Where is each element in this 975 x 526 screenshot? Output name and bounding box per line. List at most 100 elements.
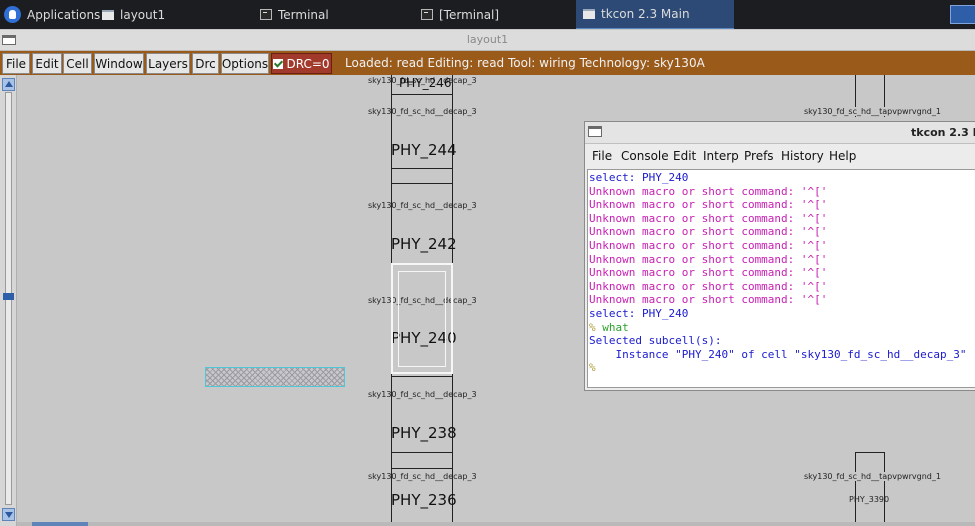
hatched-layer-region <box>205 367 345 387</box>
cell-instance-label: PHY_238 <box>391 424 457 442</box>
cell-boundary <box>391 94 453 95</box>
console-text: Unknown macro or short command: '^[' <box>589 252 828 266</box>
tap-cell-bottom <box>855 452 885 522</box>
console-text: Unknown macro or short command: '^[' <box>589 279 828 293</box>
cell-boundary <box>391 376 453 377</box>
console-text: Unknown macro or short command: '^[' <box>589 238 828 252</box>
vertical-scrollbar[interactable] <box>0 75 17 526</box>
magic-window-titlebar: layout1 <box>0 30 975 51</box>
console-line: Unknown macro or short command: '^[' <box>589 239 975 253</box>
console-line: Selected subcell(s): <box>589 334 975 348</box>
console-text: what <box>602 320 629 334</box>
cell-type-label: sky130_fd_sc_hd__decap_3 <box>368 107 477 116</box>
window-menu-icon[interactable] <box>588 126 602 137</box>
cell-instance-label: PHY_246 <box>399 76 452 90</box>
console-line: Unknown macro or short command: '^[' <box>589 266 975 280</box>
tkcon-menu-help[interactable]: Help <box>829 149 856 163</box>
menu-window[interactable]: Window <box>94 53 144 74</box>
console-text: Unknown macro or short command: '^[' <box>589 293 828 307</box>
cell-type-label: sky130_fd_sc_hd__decap_3 <box>368 390 477 399</box>
console-text: Selected subcell(s): <box>589 334 722 348</box>
desktop: Applications layout1 Terminal [Terminal]… <box>0 0 975 526</box>
tkcon-window: tkcon 2.3 Main File Console Edit Interp … <box>584 121 975 391</box>
console-line: Unknown macro or short command: '^[' <box>589 280 975 294</box>
console-text: Unknown macro or short command: '^[' <box>589 225 828 239</box>
applications-logo-icon <box>4 6 21 23</box>
tkcon-menu-prefs[interactable]: Prefs <box>744 149 774 163</box>
menu-drc[interactable]: Drc <box>192 53 219 74</box>
status-text: Loaded: read Editing: read Tool: wiring … <box>345 56 705 70</box>
task-label: [Terminal] <box>439 7 500 22</box>
console-line: % what <box>589 321 975 335</box>
selection-inner-box <box>398 271 446 367</box>
horizontal-scrollbar[interactable] <box>17 522 975 526</box>
cell-boundary <box>391 468 453 469</box>
console-line: Unknown macro or short command: '^[' <box>589 185 975 199</box>
drc-toggle[interactable]: DRC=0 <box>271 53 332 74</box>
scroll-thumb[interactable] <box>3 293 14 300</box>
cell-type-label: sky130_fd_sc_hd__tapvpwrvgnd_1 <box>804 107 941 116</box>
workspace-switcher[interactable] <box>950 5 975 24</box>
console-line: Unknown macro or short command: '^[' <box>589 253 975 267</box>
tkcon-titlebar: tkcon 2.3 Main <box>585 122 975 144</box>
tkcon-menu-file[interactable]: File <box>592 149 612 163</box>
cell-type-label: sky130_fd_sc_hd__decap_3 <box>368 472 477 481</box>
tkcon-menu-console[interactable]: Console <box>621 149 669 163</box>
cell-boundary <box>391 452 453 453</box>
checkbox-icon <box>273 58 284 69</box>
tkcon-menubar: File Console Edit Interp Prefs History H… <box>585 145 975 167</box>
console-prompt: % <box>589 361 603 375</box>
console-line: select: PHY_240 <box>589 307 975 321</box>
menu-layers[interactable]: Layers <box>146 53 190 74</box>
tkcon-title: tkcon 2.3 Main <box>911 126 975 139</box>
cell-type-label: sky130_fd_sc_hd__decap_3 <box>368 201 477 210</box>
console-text: Unknown macro or short command: '^[' <box>589 266 828 280</box>
cell-type-label: sky130_fd_sc_hd__tapvpwrvgnd_1 <box>804 472 941 481</box>
task-terminal[interactable]: Terminal <box>260 0 329 29</box>
task-label: Terminal <box>278 7 329 22</box>
scroll-up-arrow-icon[interactable] <box>2 78 15 91</box>
cell-boundary <box>391 168 453 169</box>
console-line: % <box>589 361 975 375</box>
cell-instance-label: PHY_244 <box>391 141 457 159</box>
console-text: Unknown macro or short command: '^[' <box>589 184 828 198</box>
console-text: select: PHY_240 <box>589 306 689 320</box>
cell-instance-label: PHY_242 <box>391 235 457 253</box>
menu-file[interactable]: File <box>2 53 30 74</box>
menu-cell[interactable]: Cell <box>63 53 92 74</box>
terminal-icon <box>421 9 433 20</box>
applications-label: Applications <box>27 7 101 22</box>
tkcon-menu-history[interactable]: History <box>781 149 824 163</box>
console-prompt: % <box>589 320 603 334</box>
console-text: Unknown macro or short command: '^[' <box>589 198 828 212</box>
console-text: Instance "PHY_240" of cell "sky130_fd_sc… <box>589 347 967 361</box>
cell-boundary <box>391 183 453 184</box>
cell-instance-label: PHY_3390 <box>849 495 890 504</box>
task-label: layout1 <box>120 7 166 22</box>
console-line: Unknown macro or short command: '^[' <box>589 225 975 239</box>
drc-count: DRC=0 <box>286 56 330 71</box>
tkcon-console[interactable]: select: PHY_240 Unknown macro or short co… <box>587 169 975 388</box>
scroll-down-arrow-icon[interactable] <box>2 508 15 521</box>
task-terminal-minimized[interactable]: [Terminal] <box>421 0 499 29</box>
cell-instance-label: PHY_236 <box>391 491 457 509</box>
window-icon <box>583 9 595 19</box>
console-line: select: PHY_240 <box>589 171 975 185</box>
task-layout1[interactable]: layout1 <box>102 0 165 29</box>
tkcon-menu-edit[interactable]: Edit <box>673 149 696 163</box>
console-text: select: PHY_240 <box>589 171 689 184</box>
task-label: tkcon 2.3 Main <box>601 7 690 21</box>
console-line: Unknown macro or short command: '^[' <box>589 293 975 307</box>
console-line: Unknown macro or short command: '^[' <box>589 198 975 212</box>
menu-options[interactable]: Options <box>221 53 269 74</box>
taskbar: Applications layout1 Terminal [Terminal]… <box>0 0 975 29</box>
tkcon-menu-interp[interactable]: Interp <box>703 149 739 163</box>
applications-menu[interactable]: Applications <box>4 0 100 29</box>
menu-edit[interactable]: Edit <box>32 53 62 74</box>
task-tkcon[interactable]: tkcon 2.3 Main <box>576 0 734 29</box>
magic-menubar: File Edit Cell Window Layers Drc Options… <box>0 51 975 75</box>
window-title: layout1 <box>466 33 509 46</box>
console-line: Unknown macro or short command: '^[' <box>589 212 975 226</box>
console-line: Instance "PHY_240" of cell "sky130_fd_sc… <box>589 348 975 362</box>
terminal-icon <box>260 9 272 20</box>
